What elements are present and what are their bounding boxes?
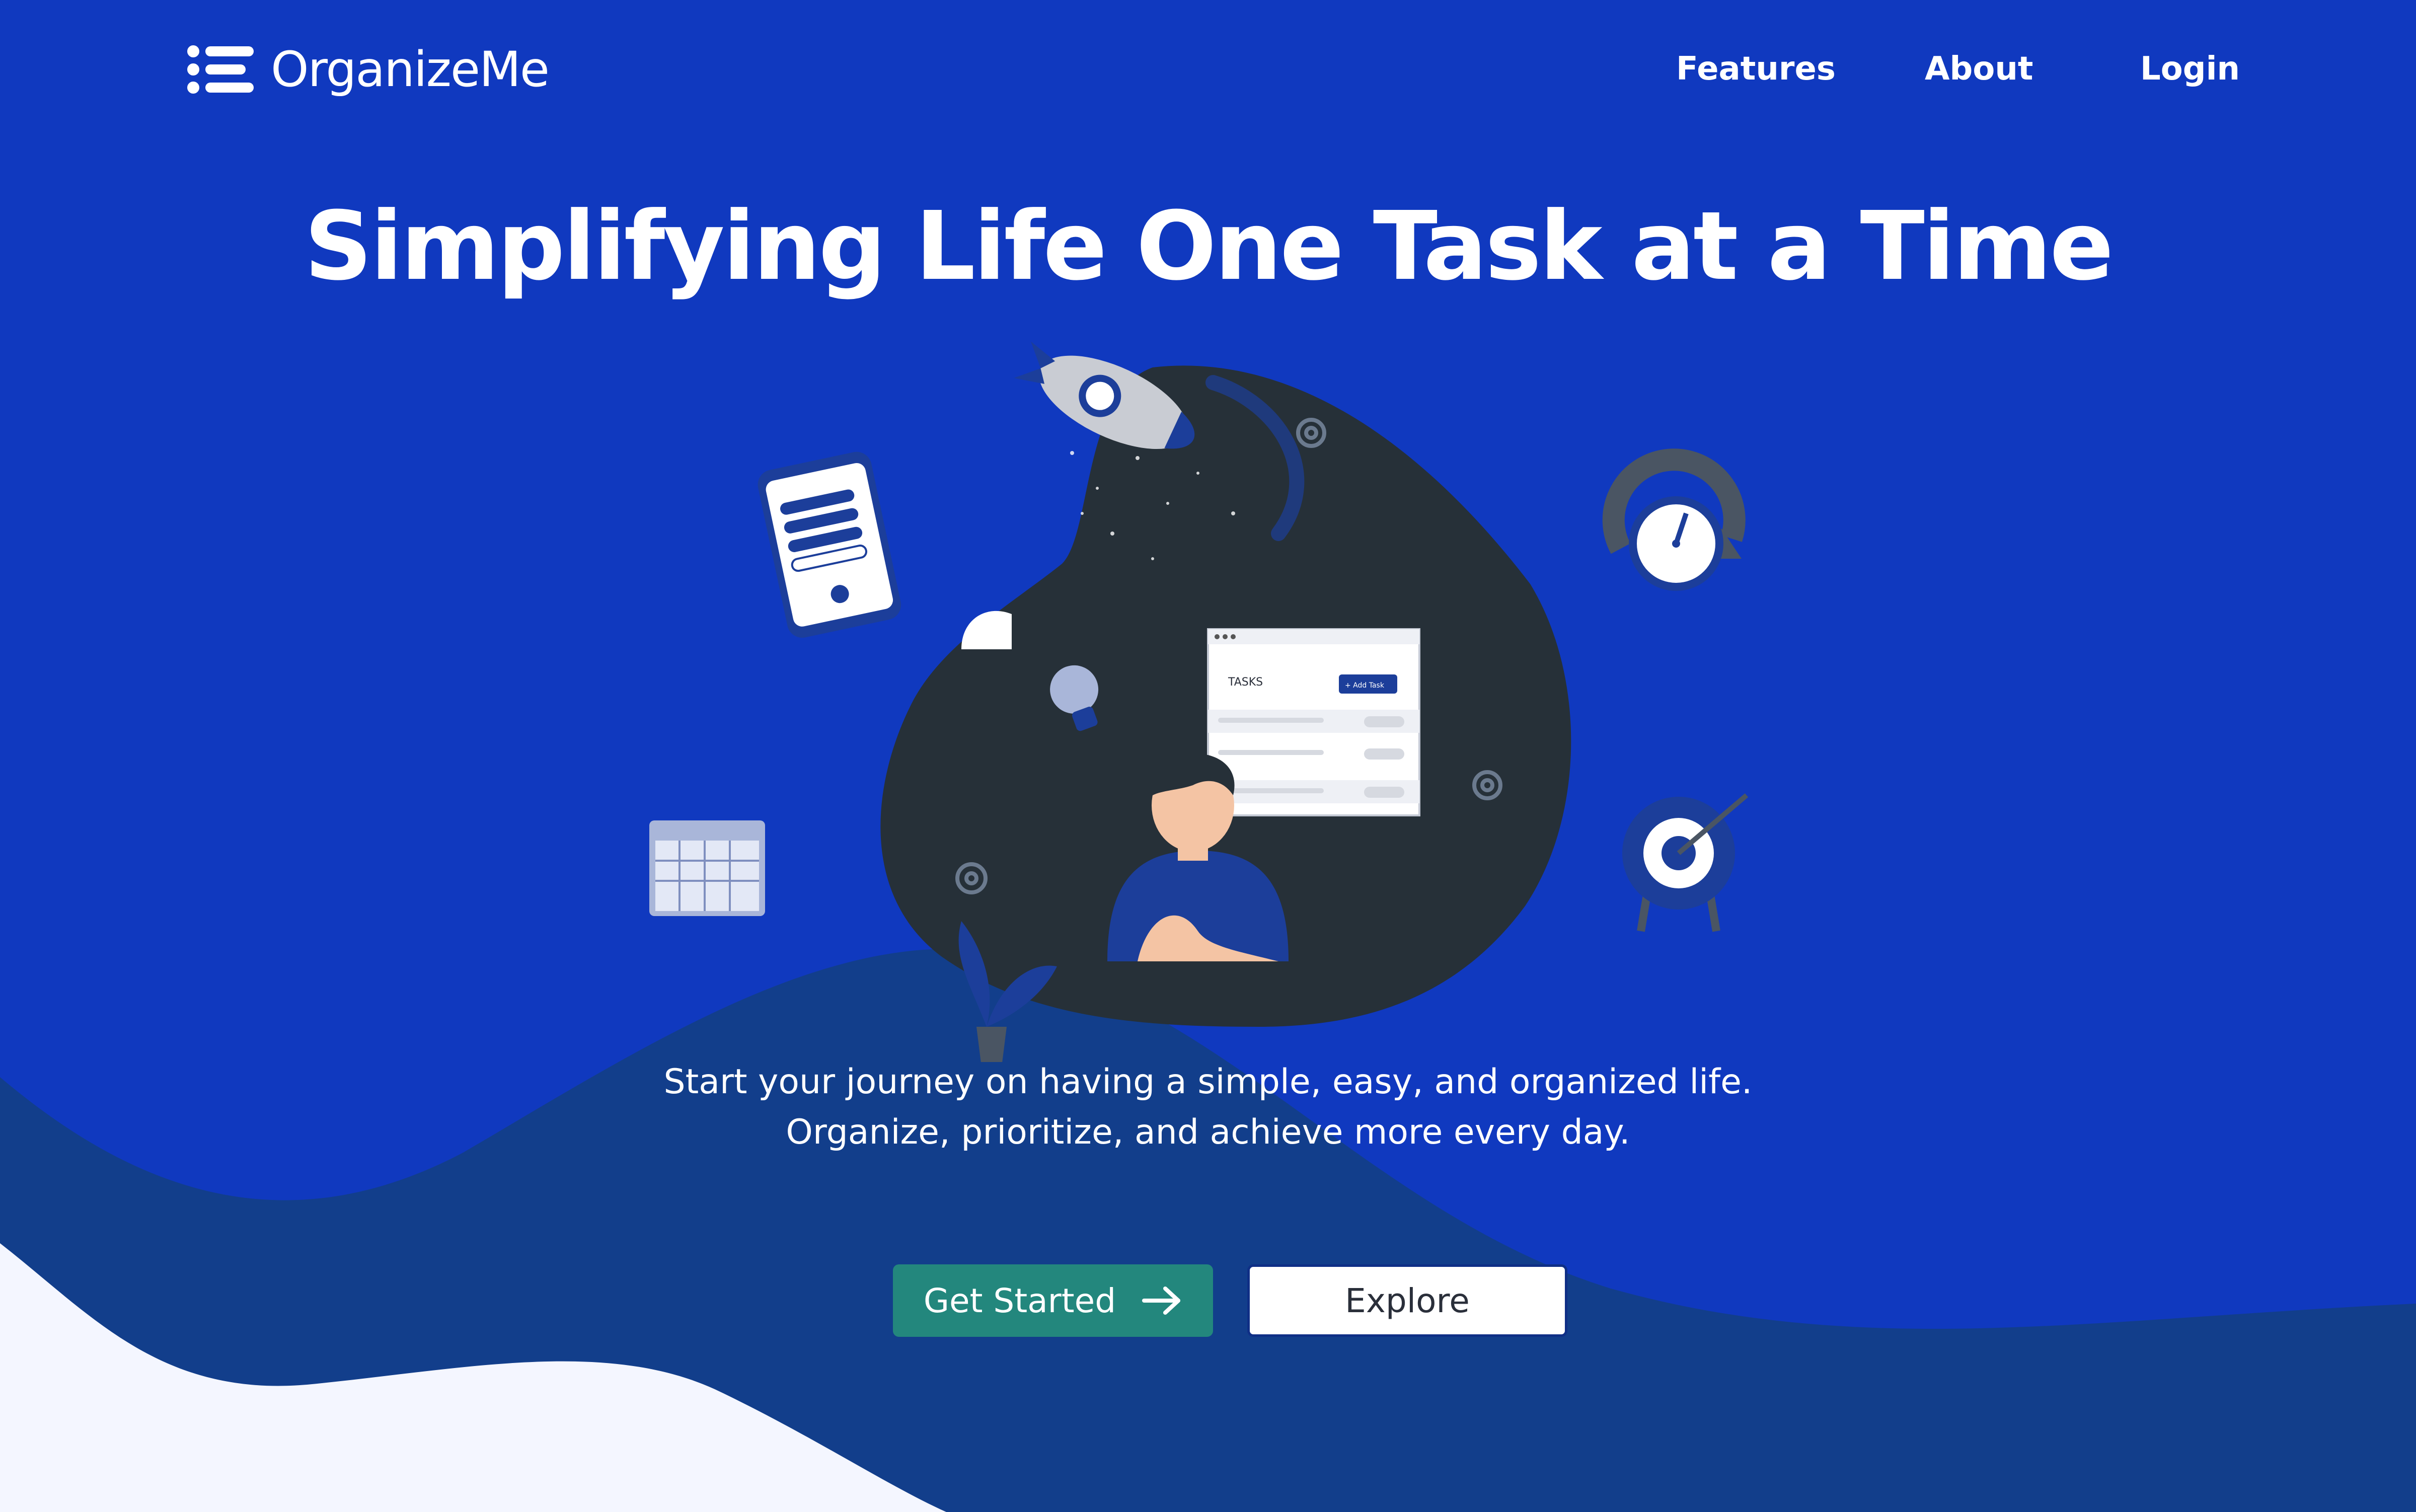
tasks-card-button: + Add Task bbox=[1345, 682, 1385, 690]
logo[interactable]: OrganizeMe bbox=[186, 41, 550, 98]
nav-features-link[interactable]: Features bbox=[1676, 50, 1836, 88]
hero-subtitle-line-1: Start your journey on having a simple, e… bbox=[663, 1062, 1753, 1102]
phone-icon bbox=[758, 451, 901, 638]
tasks-card-title: TASKS bbox=[1228, 676, 1263, 689]
get-started-button[interactable]: Get Started bbox=[893, 1264, 1213, 1337]
hero-illustration: TASKS + Add Task bbox=[649, 341, 1749, 1062]
get-started-label: Get Started bbox=[923, 1281, 1116, 1320]
nav-about-link[interactable]: About bbox=[1925, 50, 2033, 88]
hero-headline: Simplifying Life One Task at a Time bbox=[304, 191, 2113, 301]
moon bbox=[961, 611, 1012, 649]
nav-login-link[interactable]: Login bbox=[2140, 50, 2240, 88]
explore-label: Explore bbox=[1345, 1281, 1470, 1320]
calendar-icon bbox=[649, 820, 765, 916]
list-menu-icon bbox=[187, 45, 254, 94]
hero-subtitle: Start your journey on having a simple, e… bbox=[0, 1057, 2416, 1158]
brand-name: OrganizeMe bbox=[271, 41, 550, 98]
stopwatch-icon bbox=[1602, 448, 1746, 591]
target-icon bbox=[1622, 793, 1749, 932]
hero-subtitle-line-2: Organize, prioritize, and achieve more e… bbox=[786, 1112, 1630, 1152]
arrow-right-icon bbox=[1142, 1287, 1181, 1315]
explore-button[interactable]: Explore bbox=[1247, 1264, 1567, 1337]
tasks-card: TASKS + Add Task bbox=[1207, 628, 1420, 816]
